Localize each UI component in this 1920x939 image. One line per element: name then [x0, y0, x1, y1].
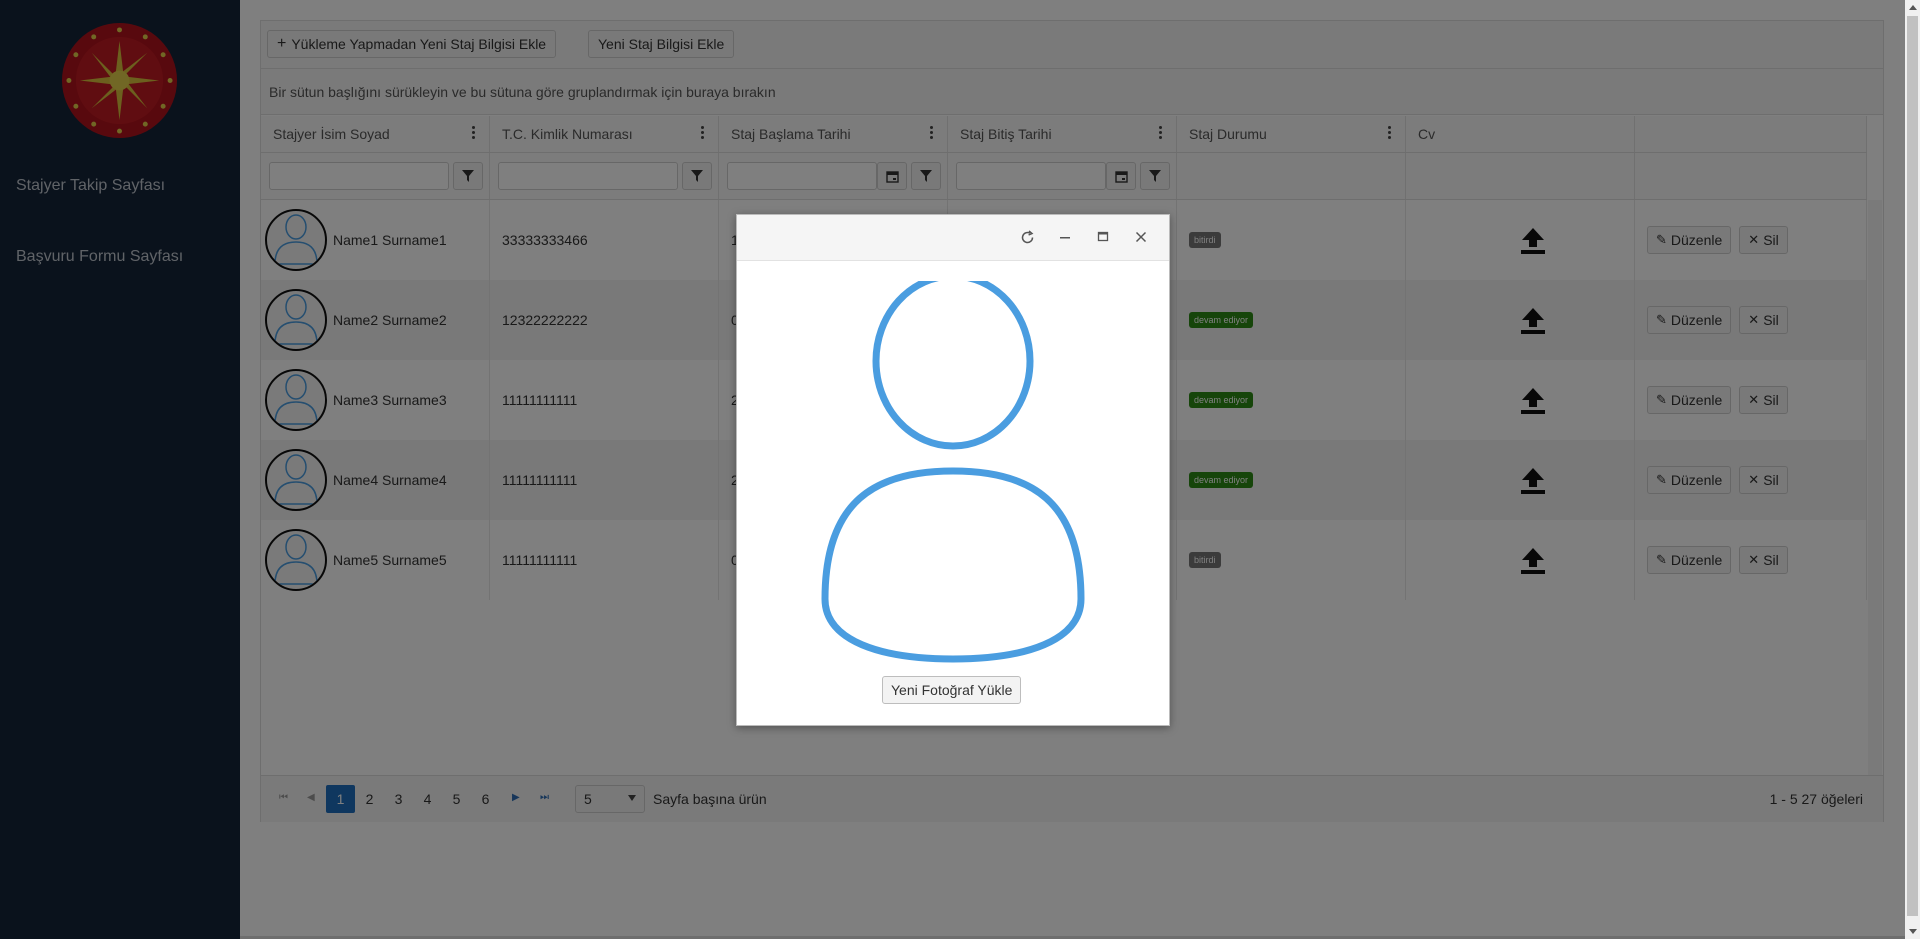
close-icon[interactable] [1132, 228, 1150, 246]
scroll-up-icon[interactable] [1909, 5, 1917, 10]
minimize-icon[interactable] [1056, 228, 1074, 246]
user-placeholder-icon [821, 281, 1085, 663]
refresh-icon[interactable] [1018, 228, 1036, 246]
page-scrollbar[interactable] [1905, 0, 1920, 939]
maximize-icon[interactable] [1094, 228, 1112, 246]
photo-window: Yeni Fotoğraf Yükle [736, 214, 1170, 726]
window-titlebar[interactable] [737, 215, 1169, 261]
upload-photo-button[interactable]: Yeni Fotoğraf Yükle [882, 676, 1022, 704]
window-body [737, 261, 1169, 725]
scroll-down-icon[interactable] [1909, 929, 1917, 934]
scroll-thumb[interactable] [1907, 16, 1918, 916]
